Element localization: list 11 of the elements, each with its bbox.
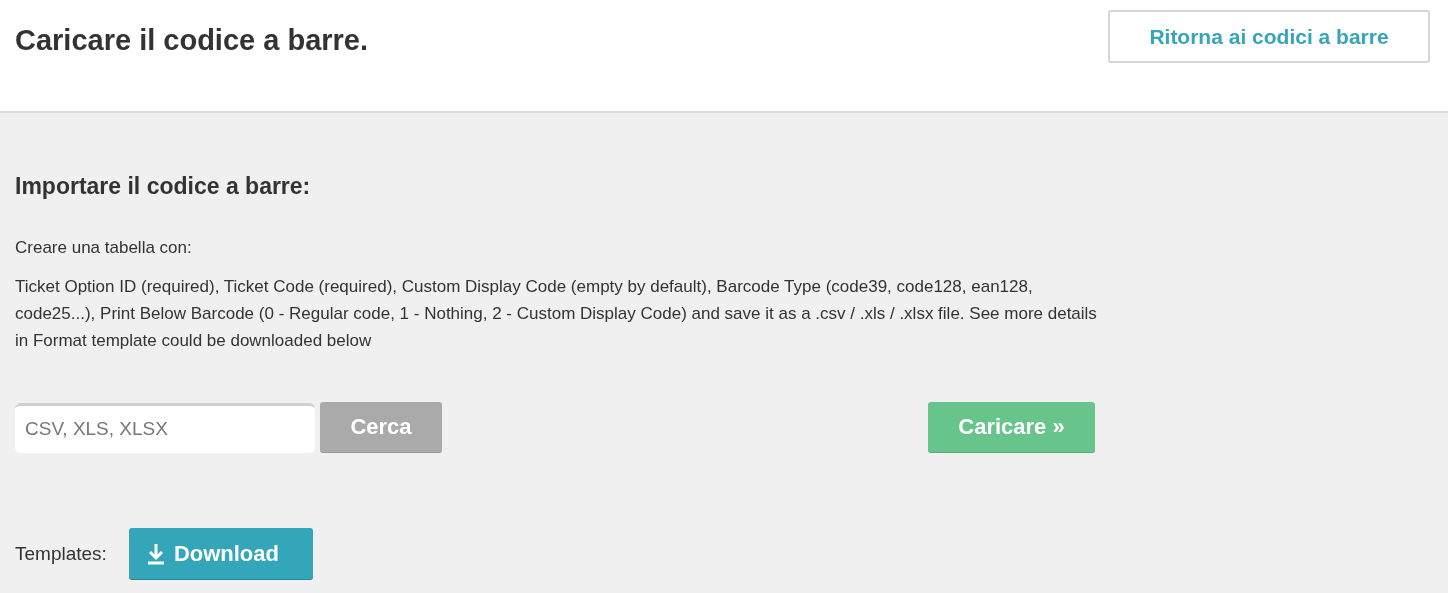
templates-label: Templates:	[15, 543, 107, 565]
section-heading: Importare il codice a barre:	[15, 173, 312, 200]
upload-button[interactable]: Caricare »	[928, 402, 1095, 453]
browse-button[interactable]: Cerca	[320, 402, 442, 453]
download-icon	[146, 542, 165, 565]
page-title: Caricare il codice a barre.	[15, 24, 369, 57]
back-button[interactable]: Ritorna ai codici a barre	[1108, 10, 1430, 63]
file-field[interactable]: CSV, XLS, XLSX	[15, 402, 315, 453]
description-text: Ticket Option ID (required), Ticket Code (required), Custom Display Code (empty by default), Barcode Type (code39, code128, ean128, code25...), Print Below Barcode (0 - Regular code, 1 - Nothing, 2 - Custom Display Code) and save it as a .csv / .xls / .xlsx file. See more details in Format template could be downloaded below	[15, 276, 1098, 352]
intro-text: Creare una tabella con:	[15, 237, 193, 259]
download-button[interactable]: Download	[128, 528, 313, 580]
